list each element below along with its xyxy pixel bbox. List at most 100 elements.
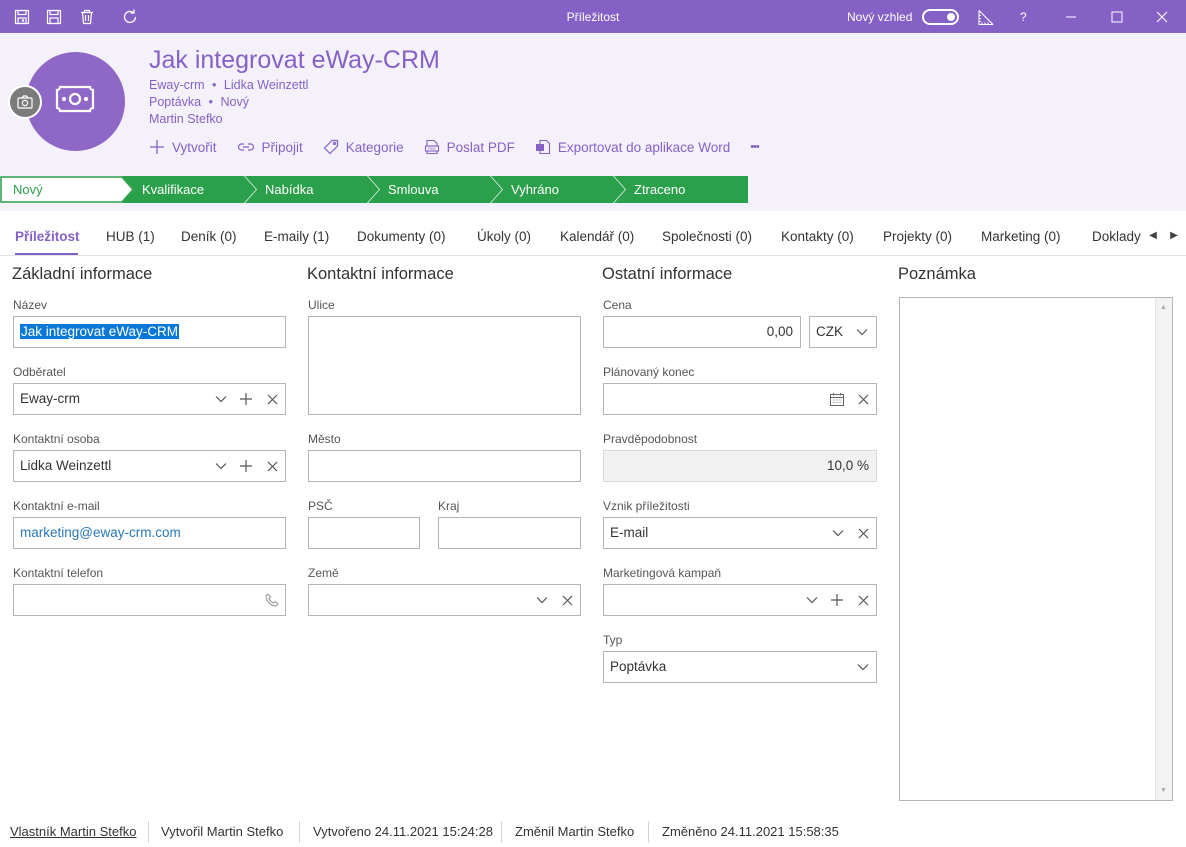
action-bar: Vytvořit Připojit Kategorie PDF Poslat P… — [149, 137, 779, 157]
region-field[interactable] — [438, 517, 581, 549]
word-icon: W — [535, 139, 550, 155]
scroll-up-icon[interactable]: ▲ — [1160, 304, 1167, 311]
help-button[interactable]: ? — [1020, 10, 1027, 24]
probability-label: Pravděpodobnost — [603, 432, 698, 446]
contact-phone-label: Kontaktní telefon — [13, 566, 104, 580]
send-pdf-button[interactable]: PDF Poslat PDF — [424, 139, 515, 155]
scroll-down-icon[interactable]: ▼ — [1160, 787, 1167, 794]
tab-documents-invoices[interactable]: Doklady — [1092, 229, 1141, 244]
tab-opportunity[interactable]: Příležitost — [15, 229, 80, 244]
tab-projects[interactable]: Projekty (0) — [883, 229, 952, 244]
maximize-icon[interactable] — [1107, 7, 1127, 27]
tab-scroll-left-icon[interactable]: ◀ — [1145, 227, 1161, 243]
header-type-state: Poptávka • Nový — [149, 95, 249, 109]
city-field[interactable] — [308, 450, 581, 482]
note-title: Poznámka — [898, 265, 976, 283]
clear-icon[interactable] — [856, 526, 870, 540]
clear-icon[interactable] — [265, 459, 279, 473]
save-icon[interactable] — [44, 7, 64, 27]
planned-end-field[interactable] — [603, 383, 877, 415]
attach-button[interactable]: Připojit — [237, 140, 303, 155]
camera-icon[interactable] — [8, 85, 42, 119]
clear-icon[interactable] — [265, 392, 279, 406]
save-close-icon[interactable] — [12, 7, 32, 27]
name-field[interactable]: Jak integrovat eWay-CRM — [13, 316, 286, 348]
clear-icon[interactable] — [856, 593, 870, 607]
note-scrollbar[interactable]: ▲ ▼ — [1155, 298, 1172, 800]
contact-person-field[interactable]: Lidka Weinzettl — [13, 450, 286, 482]
contact-email-label: Kontaktní e-mail — [13, 499, 100, 513]
footer-owner-link[interactable]: Vlastník Martin Stefko — [10, 824, 136, 839]
customer-field[interactable]: Eway-crm — [13, 383, 286, 415]
stage-item-contract[interactable]: Smlouva — [368, 176, 503, 203]
delete-icon[interactable] — [77, 7, 97, 27]
more-actions-button[interactable]: ••• — [750, 141, 760, 153]
origin-select[interactable]: E-mail — [603, 517, 877, 549]
export-word-button[interactable]: W Exportovat do aplikace Word — [535, 139, 730, 155]
chevron-down-icon[interactable] — [855, 325, 869, 339]
phone-icon[interactable] — [265, 593, 279, 607]
zip-label: PSČ — [308, 499, 333, 513]
currency-value: CZK — [816, 324, 843, 339]
chevron-down-icon[interactable] — [214, 459, 228, 473]
tab-companies[interactable]: Společnosti (0) — [662, 229, 752, 244]
category-button[interactable]: Kategorie — [323, 139, 404, 155]
note-textarea[interactable]: ▲ ▼ — [899, 297, 1173, 801]
header-contact[interactable]: Lidka Weinzettl — [224, 78, 309, 92]
tab-contacts[interactable]: Kontakty (0) — [781, 229, 854, 244]
tab-journal[interactable]: Deník (0) — [181, 229, 237, 244]
tab-documents[interactable]: Dokumenty (0) — [357, 229, 446, 244]
close-icon[interactable] — [1152, 7, 1172, 27]
zip-field[interactable] — [308, 517, 420, 549]
contact-email-field[interactable]: marketing@eway-crm.com — [13, 517, 286, 549]
tab-calendar[interactable]: Kalendář (0) — [560, 229, 634, 244]
origin-value: E-mail — [610, 525, 649, 540]
chevron-down-icon[interactable] — [856, 660, 870, 674]
tab-tasks[interactable]: Úkoly (0) — [477, 229, 531, 244]
contact-person-label: Kontaktní osoba — [13, 432, 100, 446]
clear-icon[interactable] — [856, 392, 870, 406]
stage-item-new[interactable]: Nový — [0, 176, 135, 203]
create-button[interactable]: Vytvořit — [149, 139, 217, 155]
tab-marketing[interactable]: Marketing (0) — [981, 229, 1061, 244]
add-icon[interactable] — [239, 459, 253, 473]
new-look-toggle[interactable] — [922, 9, 959, 25]
stage-item-qualification[interactable]: Kvalifikace — [122, 176, 257, 203]
campaign-field[interactable] — [603, 584, 877, 616]
stage-item-won[interactable]: Vyhráno — [491, 176, 626, 203]
country-field[interactable] — [308, 584, 581, 616]
chevron-down-icon[interactable] — [535, 593, 549, 607]
chevron-down-icon[interactable] — [831, 526, 845, 540]
currency-select[interactable]: CZK — [809, 316, 877, 348]
plus-icon — [150, 140, 164, 154]
tab-scroll-right-icon[interactable]: ▶ — [1166, 227, 1182, 243]
window-title: Příležitost — [566, 10, 620, 24]
chevron-down-icon[interactable] — [805, 593, 819, 607]
header-company[interactable]: Eway-crm — [149, 78, 205, 92]
contact-email-value[interactable]: marketing@eway-crm.com — [20, 525, 181, 540]
add-icon[interactable] — [239, 392, 253, 406]
refresh-icon[interactable] — [120, 7, 140, 27]
tab-hub[interactable]: HUB (1) — [106, 229, 155, 244]
chevron-down-icon[interactable] — [214, 392, 228, 406]
type-value: Poptávka — [610, 659, 667, 674]
header-owner[interactable]: Martin Stefko — [149, 112, 223, 126]
stage-item-lost[interactable]: Ztraceno — [614, 176, 749, 203]
minimize-icon[interactable] — [1061, 7, 1081, 27]
svg-text:PDF: PDF — [428, 146, 437, 151]
footer-created-by: Vytvořil Martin Stefko — [161, 824, 284, 839]
type-label: Typ — [603, 633, 623, 647]
stage-item-offer[interactable]: Nabídka — [245, 176, 380, 203]
clear-icon[interactable] — [560, 593, 574, 607]
name-label: Název — [13, 298, 48, 312]
svg-text:W: W — [537, 146, 543, 152]
tab-emails[interactable]: E-maily (1) — [264, 229, 329, 244]
street-field[interactable] — [308, 316, 581, 415]
type-select[interactable]: Poptávka — [603, 651, 877, 683]
calendar-icon[interactable] — [830, 392, 844, 406]
contact-phone-field[interactable] — [13, 584, 286, 616]
header-company-contact: Eway-crm • Lidka Weinzettl — [149, 78, 309, 92]
price-field[interactable]: 0,00 — [603, 316, 801, 348]
ruler-icon[interactable] — [975, 7, 995, 27]
add-icon[interactable] — [830, 593, 844, 607]
